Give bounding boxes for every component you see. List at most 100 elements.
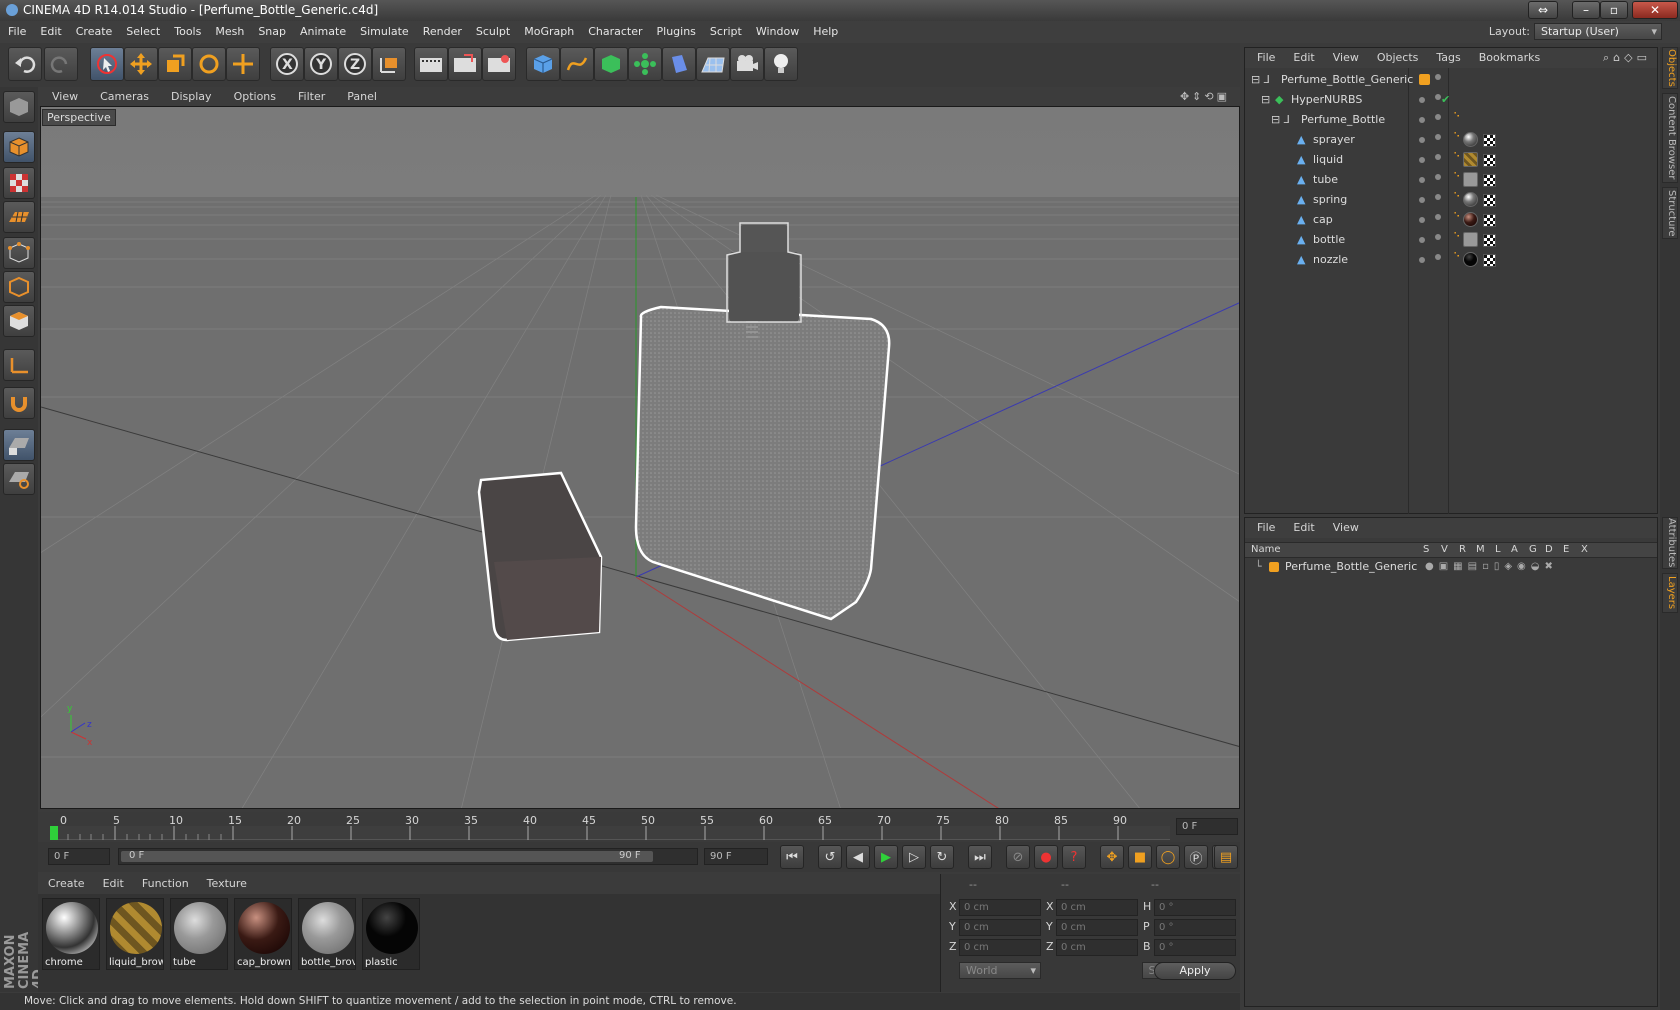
tab-content-browser[interactable]: Content Browser	[1662, 93, 1678, 183]
light-icon[interactable]	[764, 47, 798, 81]
menu-mograph[interactable]: MoGraph	[524, 25, 574, 38]
timeline[interactable]: 0 5 10 15 20 25 30 35 40 45 50 55 60 65 …	[38, 812, 1240, 842]
object-search-icon[interactable]: ⌕⌂◇▭	[1603, 48, 1651, 68]
next-key-icon[interactable]: ↻	[930, 845, 954, 869]
rot-b-field[interactable]: 0 °	[1154, 939, 1236, 956]
mat-menu-edit[interactable]: Edit	[103, 877, 124, 890]
record-keys-icon[interactable]: ⊘	[1006, 845, 1030, 869]
object-row-perfume-bottle[interactable]: ⊟ ⅃ Perfume_Bottle ⠑	[1245, 110, 1657, 130]
scale-icon[interactable]	[158, 47, 192, 81]
mat-menu-texture[interactable]: Texture	[207, 877, 247, 890]
menu-render[interactable]: Render	[423, 25, 462, 38]
timeline-window-icon[interactable]: ▤	[1214, 845, 1238, 869]
prev-frame-icon[interactable]: ◀	[846, 845, 870, 869]
go-to-end-icon[interactable]: ⏭	[968, 845, 992, 869]
camera-icon[interactable]	[730, 47, 764, 81]
vp-menu-options[interactable]: Options	[234, 90, 276, 103]
x-axis-icon[interactable]: X	[270, 47, 304, 81]
layer-flags-icons[interactable]: ●▣▦▤▫▯◈◉◒✖	[1425, 558, 1558, 576]
size-y-field[interactable]: 0 cm	[1056, 919, 1138, 936]
close-button[interactable]: ✕	[1632, 1, 1678, 19]
points-mode-icon[interactable]	[3, 237, 35, 269]
menu-help[interactable]: Help	[813, 25, 838, 38]
go-to-start-icon[interactable]: ⏮	[780, 845, 804, 869]
nurbs-icon[interactable]	[594, 47, 628, 81]
menu-create[interactable]: Create	[76, 25, 113, 38]
layout-dropdown[interactable]: Startup (User)	[1534, 23, 1662, 40]
start-frame-field[interactable]: 0 F	[48, 848, 110, 865]
key-rotation-icon[interactable]: ◯	[1156, 845, 1180, 869]
make-editable-icon[interactable]	[3, 91, 35, 123]
obj-menu-edit[interactable]: Edit	[1293, 51, 1314, 64]
obj-menu-objects[interactable]: Objects	[1377, 51, 1419, 64]
menu-sculpt[interactable]: Sculpt	[476, 25, 510, 38]
size-z-field[interactable]: 0 cm	[1056, 939, 1138, 956]
spline-icon[interactable]	[560, 47, 594, 81]
menu-edit[interactable]: Edit	[40, 25, 61, 38]
y-axis-icon[interactable]: Y	[304, 47, 338, 81]
vp-menu-view[interactable]: View	[52, 90, 78, 103]
prev-key-icon[interactable]: ↺	[818, 845, 842, 869]
magnet-icon[interactable]	[3, 387, 35, 419]
key-position-icon[interactable]: ✥	[1100, 845, 1124, 869]
z-axis-icon[interactable]: Z	[338, 47, 372, 81]
coord-mode-dropdown[interactable]: World	[959, 962, 1041, 979]
pos-z-field[interactable]: 0 cm	[959, 939, 1041, 956]
object-row-spring[interactable]: ▲ spring ⠑	[1245, 190, 1657, 210]
menu-plugins[interactable]: Plugins	[657, 25, 696, 38]
menu-mesh[interactable]: Mesh	[215, 25, 244, 38]
rot-h-field[interactable]: 0 °	[1154, 899, 1236, 916]
redo-icon[interactable]	[44, 47, 78, 81]
layer-row-perfume-bottle-generic[interactable]: └ Perfume_Bottle_Generic ●▣▦▤▫▯◈◉◒✖	[1245, 558, 1657, 576]
vp-menu-filter[interactable]: Filter	[298, 90, 325, 103]
planar-workplane-icon[interactable]	[3, 463, 35, 495]
mat-menu-function[interactable]: Function	[142, 877, 189, 890]
pos-x-field[interactable]: 0 cm	[959, 899, 1041, 916]
mat-menu-create[interactable]: Create	[48, 877, 85, 890]
object-row-liquid[interactable]: ▲ liquid ⠑	[1245, 150, 1657, 170]
obj-menu-bookmarks[interactable]: Bookmarks	[1479, 51, 1540, 64]
object-row-perfume-bottle-generic[interactable]: ⊟ ⅃ Perfume_Bottle_Generic	[1245, 70, 1657, 90]
rotate-icon[interactable]	[192, 47, 226, 81]
tab-structure[interactable]: Structure	[1662, 187, 1678, 239]
material-cap-brown[interactable]: cap_brown	[234, 898, 292, 970]
play-icon[interactable]: ▶	[874, 845, 898, 869]
object-row-hypernurbs[interactable]: ⊟ ◆ HyperNURBS ✔	[1245, 90, 1657, 110]
deformer-icon[interactable]	[662, 47, 696, 81]
current-frame-field[interactable]: 0 F	[1176, 818, 1238, 835]
vp-menu-display[interactable]: Display	[171, 90, 212, 103]
layer-menu-edit[interactable]: Edit	[1293, 521, 1314, 534]
range-slider[interactable]: 0 F 90 F	[118, 848, 698, 865]
viewport-3d[interactable]: y zx	[40, 106, 1240, 809]
vp-menu-panel[interactable]: Panel	[347, 90, 377, 103]
menu-character[interactable]: Character	[588, 25, 642, 38]
obj-menu-tags[interactable]: Tags	[1436, 51, 1460, 64]
tab-objects[interactable]: Objects	[1662, 47, 1678, 89]
floor-icon[interactable]	[696, 47, 730, 81]
menu-snap[interactable]: Snap	[258, 25, 286, 38]
key-help-icon[interactable]: ?	[1062, 845, 1086, 869]
render-picture-viewer-icon[interactable]	[448, 47, 482, 81]
apply-button[interactable]: Apply	[1154, 962, 1236, 980]
material-bottle-brown[interactable]: bottle_brov	[298, 898, 356, 970]
coord-system-icon[interactable]	[372, 47, 406, 81]
layer-menu-file[interactable]: File	[1257, 521, 1275, 534]
vp-menu-cameras[interactable]: Cameras	[100, 90, 149, 103]
material-tube[interactable]: tube	[170, 898, 228, 970]
tab-attributes[interactable]: Attributes	[1662, 517, 1678, 569]
undo-icon[interactable]	[8, 47, 42, 81]
menu-select[interactable]: Select	[126, 25, 160, 38]
layer-menu-view[interactable]: View	[1333, 521, 1359, 534]
menu-script[interactable]: Script	[710, 25, 742, 38]
maximize-button[interactable]: ▫	[1600, 1, 1628, 19]
object-row-tube[interactable]: ▲ tube ⠑	[1245, 170, 1657, 190]
array-icon[interactable]	[628, 47, 662, 81]
size-x-field[interactable]: 0 cm	[1056, 899, 1138, 916]
polygons-mode-icon[interactable]	[3, 305, 35, 337]
menu-tools[interactable]: Tools	[174, 25, 201, 38]
edges-mode-icon[interactable]	[3, 271, 35, 303]
model-mode-icon[interactable]	[3, 131, 35, 163]
menu-file[interactable]: File	[8, 25, 26, 38]
material-chrome[interactable]: chrome	[42, 898, 100, 970]
next-frame-icon[interactable]: ▷	[902, 845, 926, 869]
